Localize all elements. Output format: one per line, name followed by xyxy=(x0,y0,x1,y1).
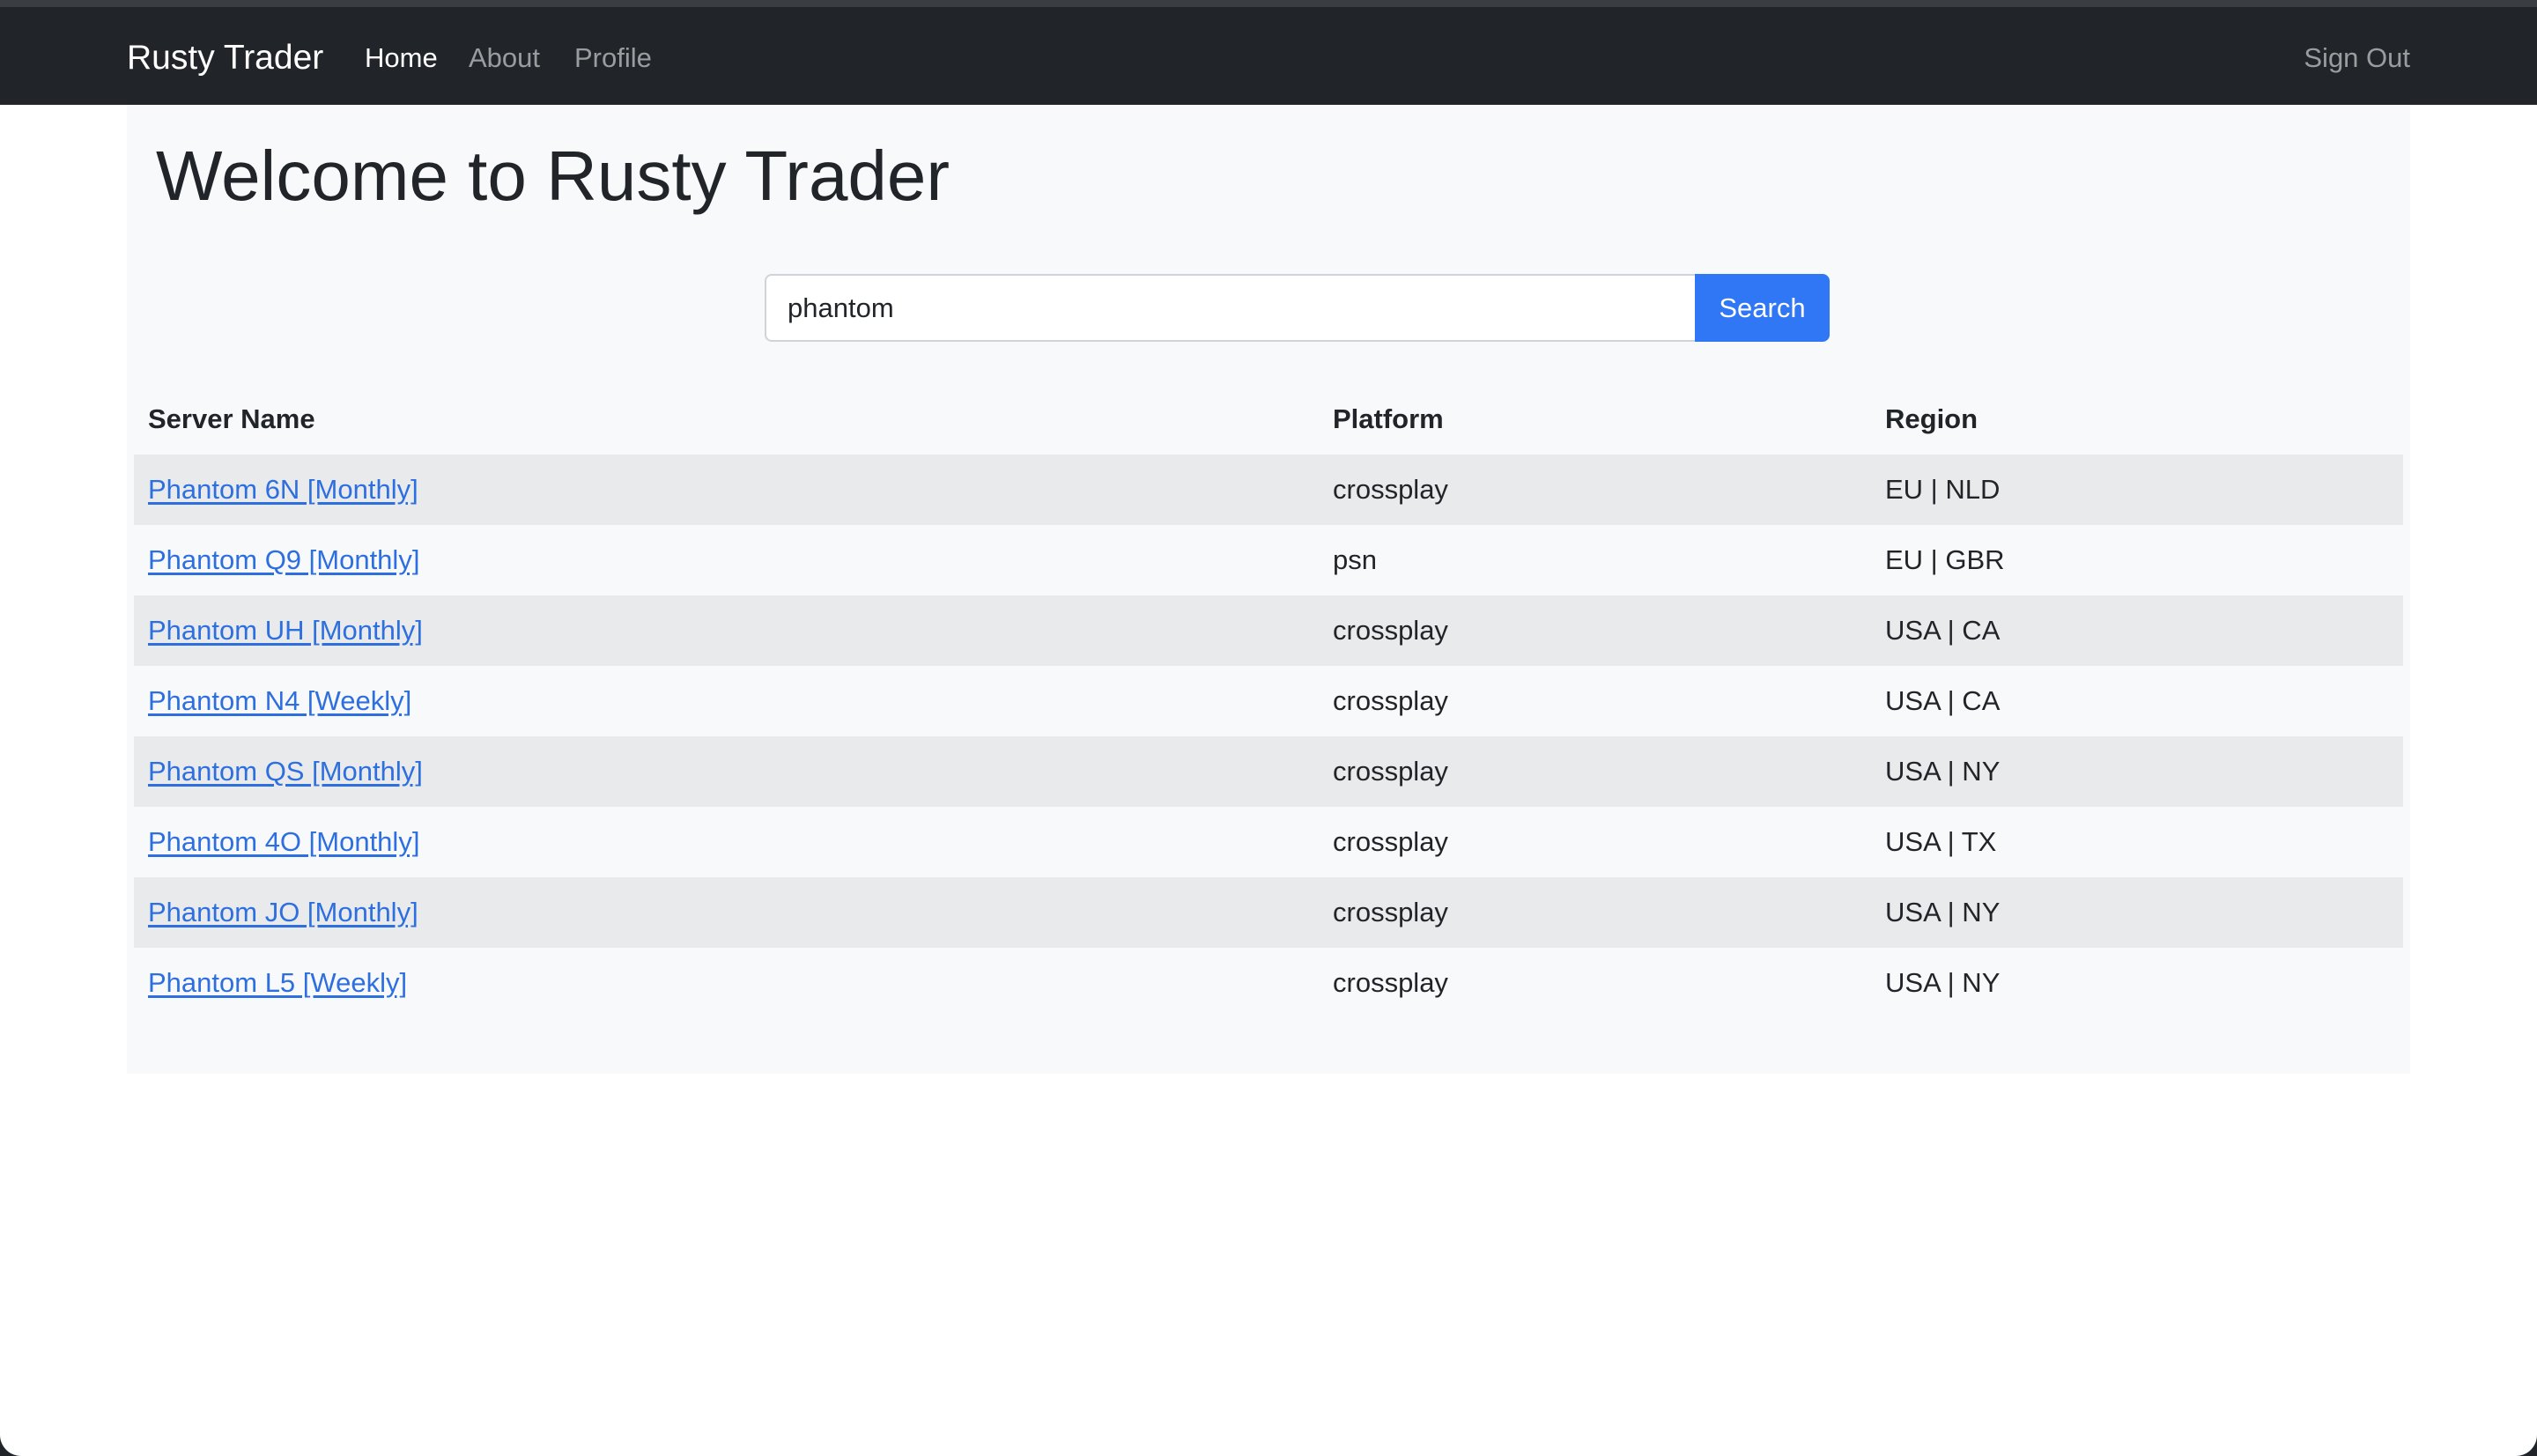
region-cell: EU | GBR xyxy=(1871,525,2403,595)
table-row: Phantom JO [Monthly] crossplay USA | NY xyxy=(134,877,2403,948)
platform-cell: crossplay xyxy=(1319,666,1871,736)
platform-cell: crossplay xyxy=(1319,736,1871,807)
server-link[interactable]: Phantom N4 [Weekly] xyxy=(148,685,411,716)
table-header-row: Server Name Platform Region xyxy=(134,384,2403,455)
server-link[interactable]: Phantom QS [Monthly] xyxy=(148,756,423,787)
server-name-cell: Phantom L5 [Weekly] xyxy=(134,948,1319,1018)
region-cell: USA | NY xyxy=(1871,948,2403,1018)
browser-window: Rusty Trader Home About Profile Sign Out… xyxy=(0,0,2537,1456)
server-name-cell: Phantom QS [Monthly] xyxy=(134,736,1319,807)
region-cell: USA | CA xyxy=(1871,595,2403,666)
table-body: Phantom 6N [Monthly] crossplay EU | NLD … xyxy=(134,455,2403,1018)
platform-cell: crossplay xyxy=(1319,595,1871,666)
table-row: Phantom N4 [Weekly] crossplay USA | CA xyxy=(134,666,2403,736)
platform-cell: crossplay xyxy=(1319,455,1871,525)
sign-out-link[interactable]: Sign Out xyxy=(2304,37,2410,79)
table-row: Phantom 6N [Monthly] crossplay EU | NLD xyxy=(134,455,2403,525)
main-container: Welcome to Rusty Trader Search Server Na… xyxy=(127,105,2410,1074)
server-name-cell: Phantom UH [Monthly] xyxy=(134,595,1319,666)
nav-link-profile[interactable]: Profile xyxy=(574,37,652,79)
server-results-table: Server Name Platform Region Phantom 6N [… xyxy=(134,384,2403,1018)
table-row: Phantom UH [Monthly] crossplay USA | CA xyxy=(134,595,2403,666)
region-cell: EU | NLD xyxy=(1871,455,2403,525)
server-name-cell: Phantom 4O [Monthly] xyxy=(134,807,1319,877)
header-platform: Platform xyxy=(1333,403,1444,434)
region-cell: USA | TX xyxy=(1871,807,2403,877)
search-form: Search xyxy=(765,274,1957,342)
table-row: Phantom L5 [Weekly] crossplay USA | NY xyxy=(134,948,2403,1018)
table-header: Server Name Platform Region xyxy=(134,384,2403,455)
server-link[interactable]: Phantom UH [Monthly] xyxy=(148,615,423,646)
platform-cell: crossplay xyxy=(1319,948,1871,1018)
server-name-cell: Phantom 6N [Monthly] xyxy=(134,455,1319,525)
nav-link-about[interactable]: About xyxy=(469,37,540,79)
platform-cell: crossplay xyxy=(1319,807,1871,877)
page-title: Welcome to Rusty Trader xyxy=(156,137,950,215)
nav-link-home[interactable]: Home xyxy=(365,37,438,79)
table-row: Phantom Q9 [Monthly] psn EU | GBR xyxy=(134,525,2403,595)
top-navbar: Rusty Trader Home About Profile Sign Out xyxy=(0,0,2537,105)
header-server-name: Server Name xyxy=(148,403,315,434)
search-input[interactable] xyxy=(765,274,1695,342)
server-name-cell: Phantom N4 [Weekly] xyxy=(134,666,1319,736)
search-button[interactable]: Search xyxy=(1695,274,1830,342)
region-cell: USA | NY xyxy=(1871,877,2403,948)
header-region: Region xyxy=(1885,403,1979,434)
server-name-cell: Phantom JO [Monthly] xyxy=(134,877,1319,948)
server-link[interactable]: Phantom Q9 [Monthly] xyxy=(148,544,419,575)
server-link[interactable]: Phantom JO [Monthly] xyxy=(148,897,418,928)
server-link[interactable]: Phantom 4O [Monthly] xyxy=(148,826,419,857)
platform-cell: psn xyxy=(1319,525,1871,595)
table-row: Phantom 4O [Monthly] crossplay USA | TX xyxy=(134,807,2403,877)
region-cell: USA | NY xyxy=(1871,736,2403,807)
server-link[interactable]: Phantom 6N [Monthly] xyxy=(148,474,418,505)
region-cell: USA | CA xyxy=(1871,666,2403,736)
server-name-cell: Phantom Q9 [Monthly] xyxy=(134,525,1319,595)
server-link[interactable]: Phantom L5 [Weekly] xyxy=(148,967,407,998)
table-row: Phantom QS [Monthly] crossplay USA | NY xyxy=(134,736,2403,807)
navbar-brand[interactable]: Rusty Trader xyxy=(127,33,323,83)
platform-cell: crossplay xyxy=(1319,877,1871,948)
